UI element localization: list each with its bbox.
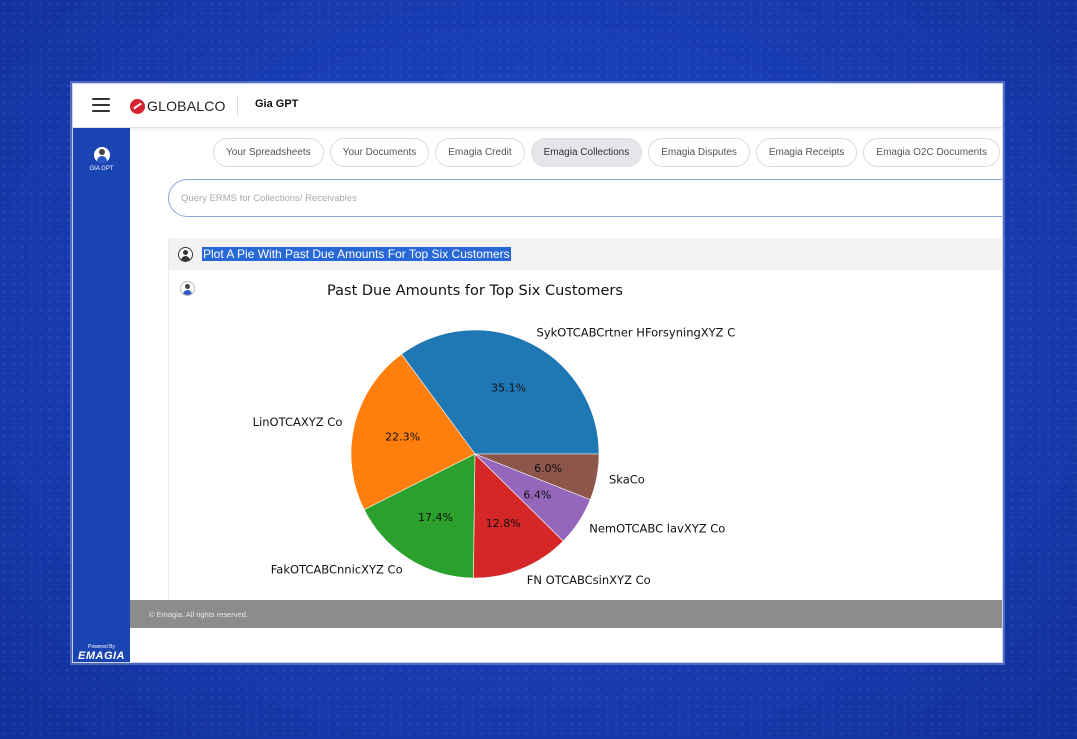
pie-slice-label: SykOTCABCrtner HForsyningXYZ C <box>537 325 736 339</box>
tab-emagia-credit[interactable]: Emagia Credit <box>435 138 525 167</box>
pie-slice-percent: 35.1% <box>491 382 526 395</box>
search-input[interactable]: Query ERMS for Collections/ Receivables <box>168 179 1002 217</box>
main-content: Your Spreadsheets Your Documents Emagia … <box>130 128 1002 662</box>
tab-bar: Your Spreadsheets Your Documents Emagia … <box>213 138 1001 167</box>
pie-chart: Past Due Amounts for Top Six Customers 35… <box>253 283 736 587</box>
chat-panel: Plot A Pie With Past Due Amounts For Top… <box>168 238 1002 601</box>
pie-slice-label: LinOTCAXYZ Co <box>253 415 343 429</box>
pie-slice-percent: 6.4% <box>523 489 551 502</box>
tab-emagia-receipts[interactable]: Emagia Receipts <box>755 138 858 167</box>
globalco-logo-icon <box>130 98 145 114</box>
tab-emagia-o2c-documents[interactable]: Emagia O2C Documents <box>863 138 1001 167</box>
menu-icon[interactable] <box>92 98 110 112</box>
gia-avatar-icon <box>93 147 110 163</box>
tab-your-spreadsheets[interactable]: Your Spreadsheets <box>213 138 324 167</box>
tab-your-documents[interactable]: Your Documents <box>329 138 430 167</box>
pie-slice-percent: 17.4% <box>418 511 453 524</box>
chart-title: Past Due Amounts for Top Six Customers <box>327 283 623 299</box>
sidebar-item-label: GIA GPT <box>89 166 114 172</box>
footer: © Emagia. All rights reserved. <box>130 600 1002 628</box>
app-title: Gia GPT <box>255 98 299 110</box>
pie-slice-label: SkaCo <box>609 473 645 487</box>
pie-slice-percent: 12.8% <box>486 517 521 530</box>
pie-slice-percent: 6.0% <box>534 462 562 475</box>
pie-slice-label: NemOTCABC lavXYZ Co <box>589 522 725 536</box>
logo-text: GLOBALCO <box>147 98 226 114</box>
top-bar: GLOBALCO Gia GPT <box>73 84 1002 128</box>
powered-by-block: Powered By EMAGIA <box>73 644 130 662</box>
pie-slice-label: FakOTCABCnnicXYZ Co <box>271 563 403 577</box>
app-window: GLOBALCO Gia GPT GIA GPT Powered By EMAG… <box>72 83 1003 663</box>
sidebar-item-gia-gpt[interactable]: GIA GPT <box>73 147 130 172</box>
tab-emagia-disputes[interactable]: Emagia Disputes <box>648 138 750 167</box>
header-divider <box>237 96 238 116</box>
pie-slice-label: FN OTCABCsinXYZ Co <box>527 573 651 587</box>
emagia-logo: EMAGIA <box>78 650 125 662</box>
company-logo: GLOBALCO <box>130 97 226 115</box>
sidebar: GIA GPT Powered By EMAGIA <box>73 128 130 662</box>
pie-slice-percent: 22.3% <box>385 431 420 444</box>
tab-emagia-collections[interactable]: Emagia Collections <box>530 138 643 167</box>
